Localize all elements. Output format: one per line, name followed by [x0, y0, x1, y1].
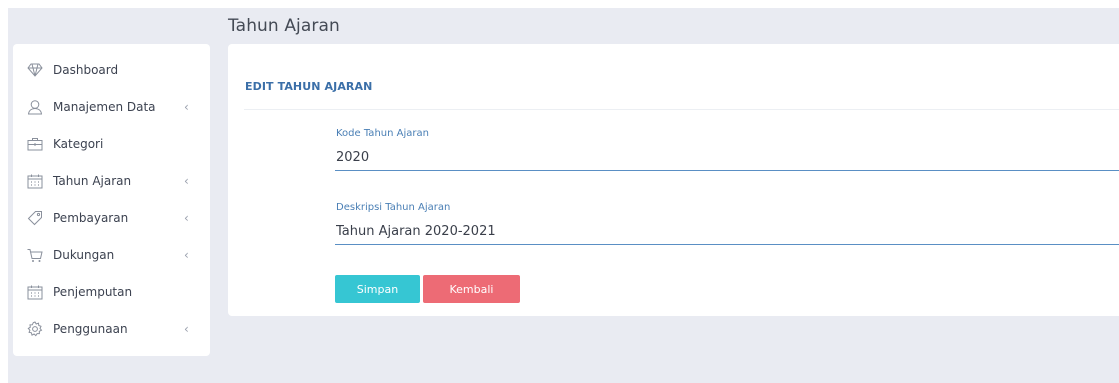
- divider: [244, 109, 1119, 110]
- tag-icon: [26, 209, 44, 227]
- chevron-left-icon: ‹: [184, 322, 189, 336]
- chevron-left-icon: ‹: [184, 100, 189, 114]
- page-title: Tahun Ajaran: [228, 16, 340, 36]
- sidebar-item-penggunaan[interactable]: Penggunaan ‹: [13, 314, 210, 344]
- gear-icon: [26, 320, 44, 338]
- kode-tahun-ajaran-label: Kode Tahun Ajaran: [336, 128, 429, 139]
- deskripsi-tahun-ajaran-label: Deskripsi Tahun Ajaran: [336, 202, 451, 213]
- form-header: EDIT TAHUN AJARAN: [245, 80, 373, 93]
- diamond-icon: [26, 61, 44, 79]
- sidebar-item-label: Dukungan: [53, 248, 115, 262]
- sidebar-item-label: Tahun Ajaran: [53, 174, 132, 188]
- edit-form-card: EDIT TAHUN AJARAN Kode Tahun Ajaran Desk…: [228, 44, 1119, 316]
- back-button[interactable]: Kembali: [423, 275, 520, 303]
- sidebar-item-label: Penggunaan: [53, 322, 128, 336]
- sidebar: Dashboard Manajemen Data ‹ Kategori Tahu…: [13, 44, 210, 356]
- sidebar-item-dukungan[interactable]: Dukungan ‹: [13, 240, 210, 270]
- sidebar-item-label: Manajemen Data: [53, 100, 156, 114]
- cart-icon: [26, 246, 44, 264]
- calendar-icon: [26, 283, 44, 301]
- calendar-icon: [26, 172, 44, 190]
- sidebar-item-label: Pembayaran: [53, 211, 129, 225]
- chevron-left-icon: ‹: [184, 174, 189, 188]
- sidebar-item-label: Kategori: [53, 137, 104, 151]
- sidebar-item-label: Dashboard: [53, 63, 119, 77]
- sidebar-item-dashboard[interactable]: Dashboard: [13, 55, 210, 85]
- sidebar-item-pembayaran[interactable]: Pembayaran ‹: [13, 203, 210, 233]
- kode-tahun-ajaran-input[interactable]: [335, 144, 1119, 171]
- save-button[interactable]: Simpan: [335, 275, 420, 303]
- sidebar-item-kategori[interactable]: Kategori: [13, 129, 210, 159]
- briefcase-icon: [26, 135, 44, 153]
- chevron-left-icon: ‹: [184, 248, 189, 262]
- user-icon: [26, 98, 44, 116]
- deskripsi-tahun-ajaran-input[interactable]: [335, 218, 1119, 245]
- sidebar-item-manajemen-data[interactable]: Manajemen Data ‹: [13, 92, 210, 122]
- chevron-left-icon: ‹: [184, 211, 189, 225]
- sidebar-item-tahun-ajaran[interactable]: Tahun Ajaran ‹: [13, 166, 210, 196]
- sidebar-item-penjemputan[interactable]: Penjemputan: [13, 277, 210, 307]
- sidebar-item-label: Penjemputan: [53, 285, 133, 299]
